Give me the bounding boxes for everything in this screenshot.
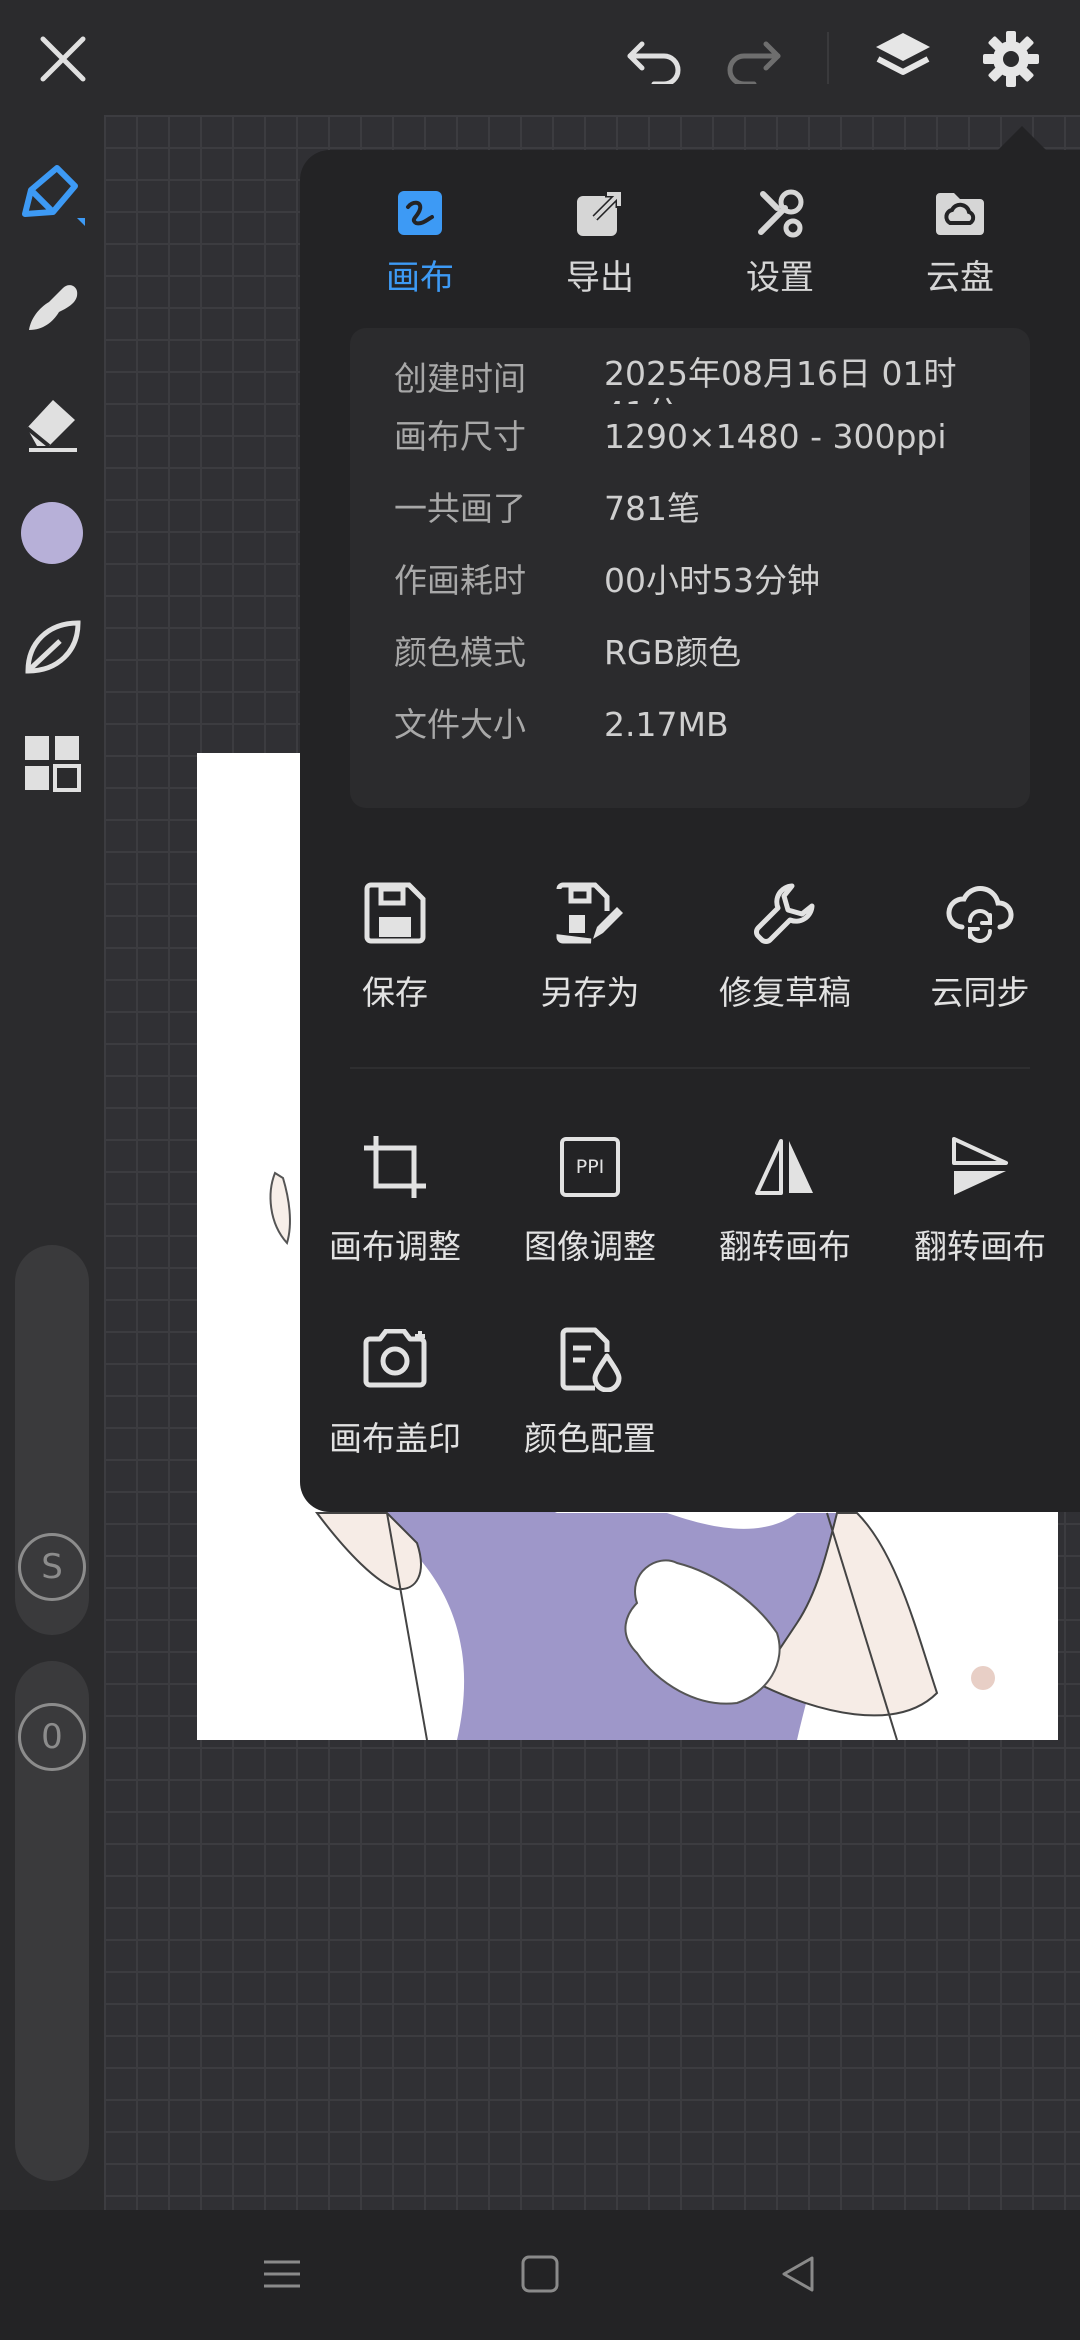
info-key: 一共画了 <box>394 489 526 528</box>
brush-size-knob[interactable]: S <box>18 1533 86 1601</box>
info-row-strokes: 一共画了 781笔 <box>394 484 1014 534</box>
brush-size-slider[interactable]: S <box>15 1245 89 1635</box>
repair-draft-button[interactable]: 修复草稿 <box>690 868 880 1028</box>
canvas-stamp-button[interactable]: 画布盖印 <box>300 1314 490 1474</box>
info-row-time: 作画耗时 00小时53分钟 <box>394 556 1014 606</box>
smudge-tool-icon[interactable] <box>16 271 88 343</box>
top-bar <box>0 0 1080 115</box>
tab-label: 设置 <box>746 258 814 298</box>
action-label: 画布盖印 <box>329 1419 461 1458</box>
info-value: 2025年08月16日 01时41分 <box>604 354 957 404</box>
tab-label: 导出 <box>566 258 634 298</box>
back-icon[interactable] <box>768 2244 828 2304</box>
canvas-settings-panel: 画布 导出 设置 云盘 创建时间 2025年08月16日 01时41分 画布尺寸… <box>300 150 1080 1512</box>
tab-canvas[interactable]: 画布 <box>345 180 495 310</box>
undo-icon[interactable] <box>620 24 690 94</box>
action-label: 另存为 <box>540 973 640 1012</box>
color-profile-icon <box>495 1314 685 1404</box>
action-label: 画布调整 <box>329 1227 461 1266</box>
layers-icon[interactable] <box>868 24 938 94</box>
action-label: 图像调整 <box>524 1227 656 1266</box>
camera-stamp-icon <box>300 1314 490 1404</box>
panel-caret <box>996 126 1048 152</box>
toolbar-separator <box>827 32 829 84</box>
brush-opacity-slider[interactable]: 0 <box>15 1661 89 2181</box>
info-key: 作画耗时 <box>394 561 526 600</box>
info-value: 00小时53分钟 <box>604 561 820 600</box>
canvas-tab-icon <box>345 180 495 246</box>
info-key: 创建时间 <box>394 359 526 398</box>
crop-icon <box>300 1122 490 1212</box>
grid-menu-icon[interactable] <box>16 727 88 799</box>
action-label: 修复草稿 <box>719 973 851 1012</box>
info-row-size: 画布尺寸 1290×1480 - 300ppi <box>394 412 1014 462</box>
tab-export[interactable]: 导出 <box>525 180 675 310</box>
tab-label: 云盘 <box>926 258 994 298</box>
info-key: 颜色模式 <box>394 633 526 672</box>
flip-horizontal-icon <box>690 1122 880 1212</box>
cloud-drive-tab-icon <box>885 180 1035 246</box>
ppi-icon: PPI <box>495 1122 685 1212</box>
color-config-button[interactable]: 颜色配置 <box>495 1314 685 1474</box>
settings-gear-icon[interactable] <box>976 24 1046 94</box>
info-key: 画布尺寸 <box>394 417 526 456</box>
info-row-created: 创建时间 2025年08月16日 01时41分 <box>394 354 1014 404</box>
home-icon[interactable] <box>510 2244 570 2304</box>
export-tab-icon <box>525 180 675 246</box>
canvas-info-card: 创建时间 2025年08月16日 01时41分 画布尺寸 1290×1480 -… <box>350 328 1030 808</box>
save-as-button[interactable]: 另存为 <box>495 868 685 1028</box>
info-key: 文件大小 <box>394 705 526 744</box>
pen-tool-icon[interactable] <box>16 159 88 231</box>
flip-vertical-icon <box>885 1122 1075 1212</box>
tab-settings[interactable]: 设置 <box>705 180 855 310</box>
ppi-text: PPI <box>560 1137 620 1197</box>
close-icon[interactable] <box>28 24 98 94</box>
image-adjust-button[interactable]: PPI 图像调整 <box>495 1122 685 1282</box>
recent-apps-icon[interactable] <box>252 2244 312 2304</box>
info-value: 2.17MB <box>604 705 729 744</box>
left-toolbar: S 0 <box>0 115 104 2210</box>
color-swatch[interactable] <box>16 497 88 569</box>
info-value: RGB颜色 <box>604 633 742 672</box>
action-label: 翻转画布 <box>719 1227 851 1266</box>
canvas-adjust-button[interactable]: 画布调整 <box>300 1122 490 1282</box>
repair-wrench-icon <box>690 868 880 958</box>
info-row-color-mode: 颜色模式 RGB颜色 <box>394 628 1014 678</box>
settings-tab-icon <box>705 180 855 246</box>
flip-canvas-horizontal-button[interactable]: 翻转画布 <box>690 1122 880 1282</box>
cloud-sync-icon <box>885 868 1075 958</box>
brush-opacity-knob[interactable]: 0 <box>18 1703 86 1771</box>
panel-divider <box>350 1067 1030 1069</box>
save-as-icon <box>495 868 685 958</box>
action-label: 翻转画布 <box>914 1227 1046 1266</box>
info-value: 1290×1480 - 300ppi <box>604 417 947 456</box>
tab-cloud-drive[interactable]: 云盘 <box>885 180 1035 310</box>
system-nav-bar <box>0 2210 1080 2340</box>
action-label: 颜色配置 <box>524 1419 656 1458</box>
save-icon <box>300 868 490 958</box>
info-row-file-size: 文件大小 2.17MB <box>394 700 1014 750</box>
save-button[interactable]: 保存 <box>300 868 490 1028</box>
action-label: 保存 <box>362 973 428 1012</box>
redo-icon[interactable] <box>718 24 788 94</box>
action-label: 云同步 <box>930 973 1030 1012</box>
leaf-brush-icon[interactable] <box>16 611 88 683</box>
flip-canvas-vertical-button[interactable]: 翻转画布 <box>885 1122 1075 1282</box>
info-value: 781笔 <box>604 489 700 528</box>
tab-label: 画布 <box>386 258 454 298</box>
eraser-tool-icon[interactable] <box>16 385 88 457</box>
cloud-sync-button[interactable]: 云同步 <box>885 868 1075 1028</box>
